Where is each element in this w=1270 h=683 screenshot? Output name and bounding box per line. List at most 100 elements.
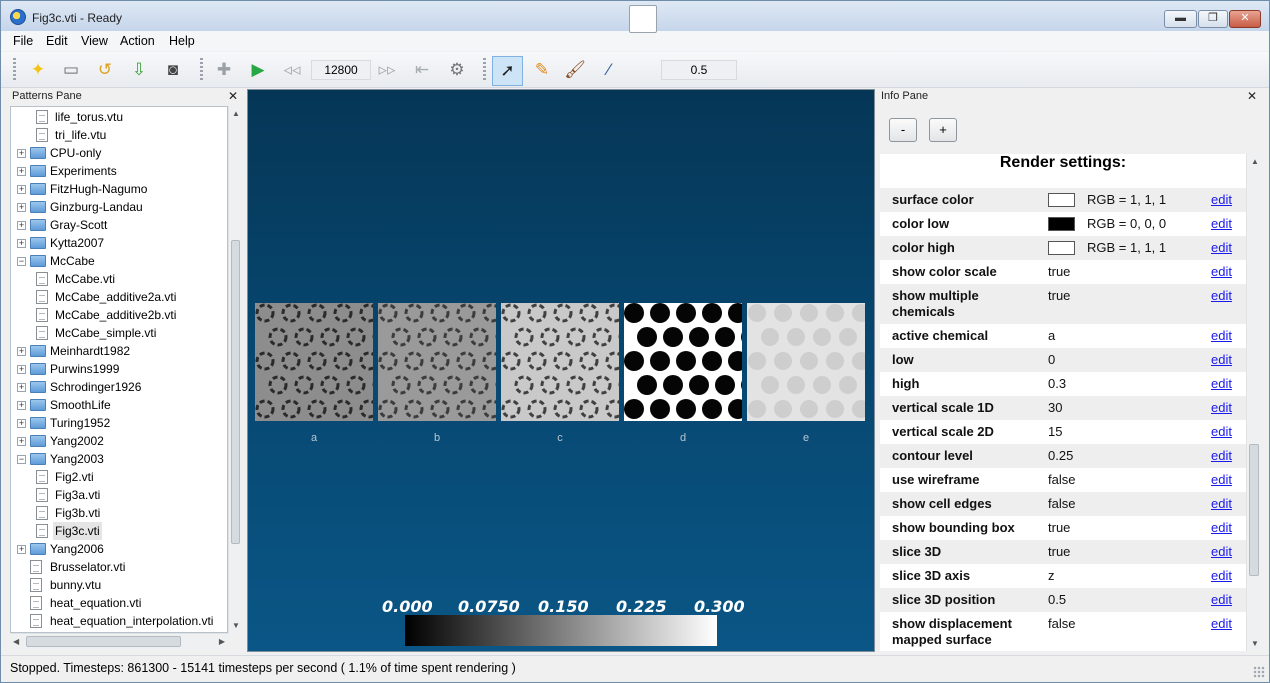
info-scroll-thumb[interactable]	[1249, 444, 1259, 576]
reload-icon[interactable]: ↺	[92, 57, 118, 83]
patterns-hscroll-thumb[interactable]	[26, 636, 181, 647]
scroll-down-arrow-icon[interactable]: ▼	[232, 621, 240, 630]
color-swatch-button[interactable]	[629, 5, 657, 33]
new-pattern-icon[interactable]: ✦	[25, 57, 51, 83]
info-scroll-down-arrow-icon[interactable]: ▼	[1251, 639, 1259, 648]
tree-folder[interactable]: + FitzHugh-Nagumo	[11, 180, 227, 198]
tree-folder[interactable]: + Yang2006	[11, 540, 227, 558]
edit-link[interactable]: edit	[1211, 496, 1232, 511]
collapse-icon[interactable]: −	[17, 257, 26, 266]
resize-grip-icon[interactable]	[1253, 666, 1265, 678]
tree-folder[interactable]: + SmoothLife	[11, 396, 227, 414]
scroll-up-arrow-icon[interactable]: ▲	[232, 109, 240, 118]
tree-file[interactable]: Fig3c.vti	[11, 522, 227, 540]
patterns-horizontal-scrollbar[interactable]: ◀ ▶	[10, 633, 228, 649]
menu-file[interactable]: File	[13, 34, 33, 48]
expand-icon[interactable]: +	[17, 383, 26, 392]
expand-icon[interactable]: +	[17, 203, 26, 212]
tree-file[interactable]: heat_equation.vti	[11, 594, 227, 612]
tree-folder[interactable]: + Turing1952	[11, 414, 227, 432]
info-vertical-scrollbar[interactable]: ▲ ▼	[1246, 154, 1261, 651]
tree-file[interactable]: Fig3a.vti	[11, 486, 227, 504]
edit-link[interactable]: edit	[1211, 592, 1232, 607]
collapse-icon[interactable]: −	[17, 455, 26, 464]
faster-icon[interactable]: ▹▹	[374, 57, 400, 83]
timesteps-field[interactable]: 12800	[311, 60, 371, 80]
tree-folder[interactable]: − McCabe	[11, 252, 227, 270]
patterns-vertical-scrollbar[interactable]: ▲ ▼	[228, 106, 242, 633]
brush-size-field[interactable]: 0.5	[661, 60, 737, 80]
tree-folder[interactable]: + Gray-Scott	[11, 216, 227, 234]
tree-folder[interactable]: + Schrodinger1926	[11, 378, 227, 396]
edit-link[interactable]: edit	[1211, 616, 1232, 631]
tree-file[interactable]: heat_equation_interpolation.vti	[11, 612, 227, 630]
scroll-right-arrow-icon[interactable]: ▶	[219, 637, 225, 646]
info-pane-close-button[interactable]: ✕	[1247, 89, 1257, 105]
tree-folder[interactable]: + Ginzburg-Landau	[11, 198, 227, 216]
import-icon[interactable]: ⇩	[126, 57, 152, 83]
tree-file[interactable]: McCabe.vti	[11, 270, 227, 288]
expand-icon[interactable]: +	[17, 437, 26, 446]
edit-link[interactable]: edit	[1211, 568, 1232, 583]
expand-icon[interactable]: +	[17, 419, 26, 428]
minimize-button[interactable]: ▬	[1164, 10, 1197, 28]
edit-link[interactable]: edit	[1211, 472, 1232, 487]
close-button[interactable]: ✕	[1229, 10, 1261, 28]
screenshot-icon[interactable]: ◙	[160, 57, 186, 83]
expand-icon[interactable]: +	[17, 149, 26, 158]
tree-file[interactable]: Brusselator.vti	[11, 558, 227, 576]
tree-folder[interactable]: − Yang2003	[11, 450, 227, 468]
edit-link[interactable]: edit	[1211, 240, 1232, 255]
font-smaller-button[interactable]: -	[889, 118, 917, 142]
tree-file[interactable]: tri_life.vtu	[11, 126, 227, 144]
patterns-scroll-thumb[interactable]	[231, 240, 240, 544]
open-folder-icon[interactable]: ▭	[58, 57, 84, 83]
expand-icon[interactable]: +	[17, 545, 26, 554]
tree-file[interactable]: Fig3b.vti	[11, 504, 227, 522]
edit-link[interactable]: edit	[1211, 192, 1232, 207]
tree-folder[interactable]: + Meinhardt1982	[11, 342, 227, 360]
edit-link[interactable]: edit	[1211, 288, 1232, 303]
tree-folder[interactable]: + Purwins1999	[11, 360, 227, 378]
brush-icon[interactable]: 🖌︎	[562, 57, 588, 83]
tree-folder[interactable]: + Kytta2007	[11, 234, 227, 252]
scroll-left-arrow-icon[interactable]: ◀	[13, 637, 19, 646]
menu-help[interactable]: Help	[169, 34, 195, 48]
tree-folder[interactable]: + Yang2002	[11, 432, 227, 450]
edit-link[interactable]: edit	[1211, 264, 1232, 279]
edit-link[interactable]: edit	[1211, 376, 1232, 391]
edit-link[interactable]: edit	[1211, 400, 1232, 415]
tree-folder[interactable]: + Experiments	[11, 162, 227, 180]
patterns-pane-close-button[interactable]: ✕	[228, 89, 238, 105]
eyedropper-icon[interactable]: ⁄	[596, 57, 622, 83]
edit-link[interactable]: edit	[1211, 520, 1232, 535]
tree-file[interactable]: McCabe_simple.vti	[11, 324, 227, 342]
pointer-icon[interactable]: ➚	[492, 56, 523, 86]
tree-file[interactable]: McCabe_additive2b.vti	[11, 306, 227, 324]
tree-file[interactable]: bunny.vtu	[11, 576, 227, 594]
edit-link[interactable]: edit	[1211, 352, 1232, 367]
edit-link[interactable]: edit	[1211, 448, 1232, 463]
expand-icon[interactable]: +	[17, 401, 26, 410]
edit-link[interactable]: edit	[1211, 544, 1232, 559]
tree-file[interactable]: life_torus.vtu	[11, 108, 227, 126]
expand-icon[interactable]: +	[17, 239, 26, 248]
edit-link[interactable]: edit	[1211, 424, 1232, 439]
tree-folder[interactable]: + CPU-only	[11, 144, 227, 162]
menu-view[interactable]: View	[81, 34, 108, 48]
expand-icon[interactable]: +	[17, 185, 26, 194]
pencil-icon[interactable]: ✎	[529, 57, 555, 83]
reset-icon[interactable]: ⇤	[409, 57, 435, 83]
slower-icon[interactable]: ◃◃	[279, 57, 305, 83]
run-icon[interactable]: ▶	[245, 57, 271, 83]
add-icon[interactable]: ✚	[211, 57, 237, 83]
menu-edit[interactable]: Edit	[46, 34, 68, 48]
menu-action[interactable]: Action	[120, 34, 155, 48]
maximize-button[interactable]: ❐	[1198, 10, 1228, 28]
edit-link[interactable]: edit	[1211, 216, 1232, 231]
info-scroll-up-arrow-icon[interactable]: ▲	[1251, 157, 1259, 166]
expand-icon[interactable]: +	[17, 221, 26, 230]
expand-icon[interactable]: +	[17, 365, 26, 374]
tree-file[interactable]: Fig2.vti	[11, 468, 227, 486]
expand-icon[interactable]: +	[17, 167, 26, 176]
